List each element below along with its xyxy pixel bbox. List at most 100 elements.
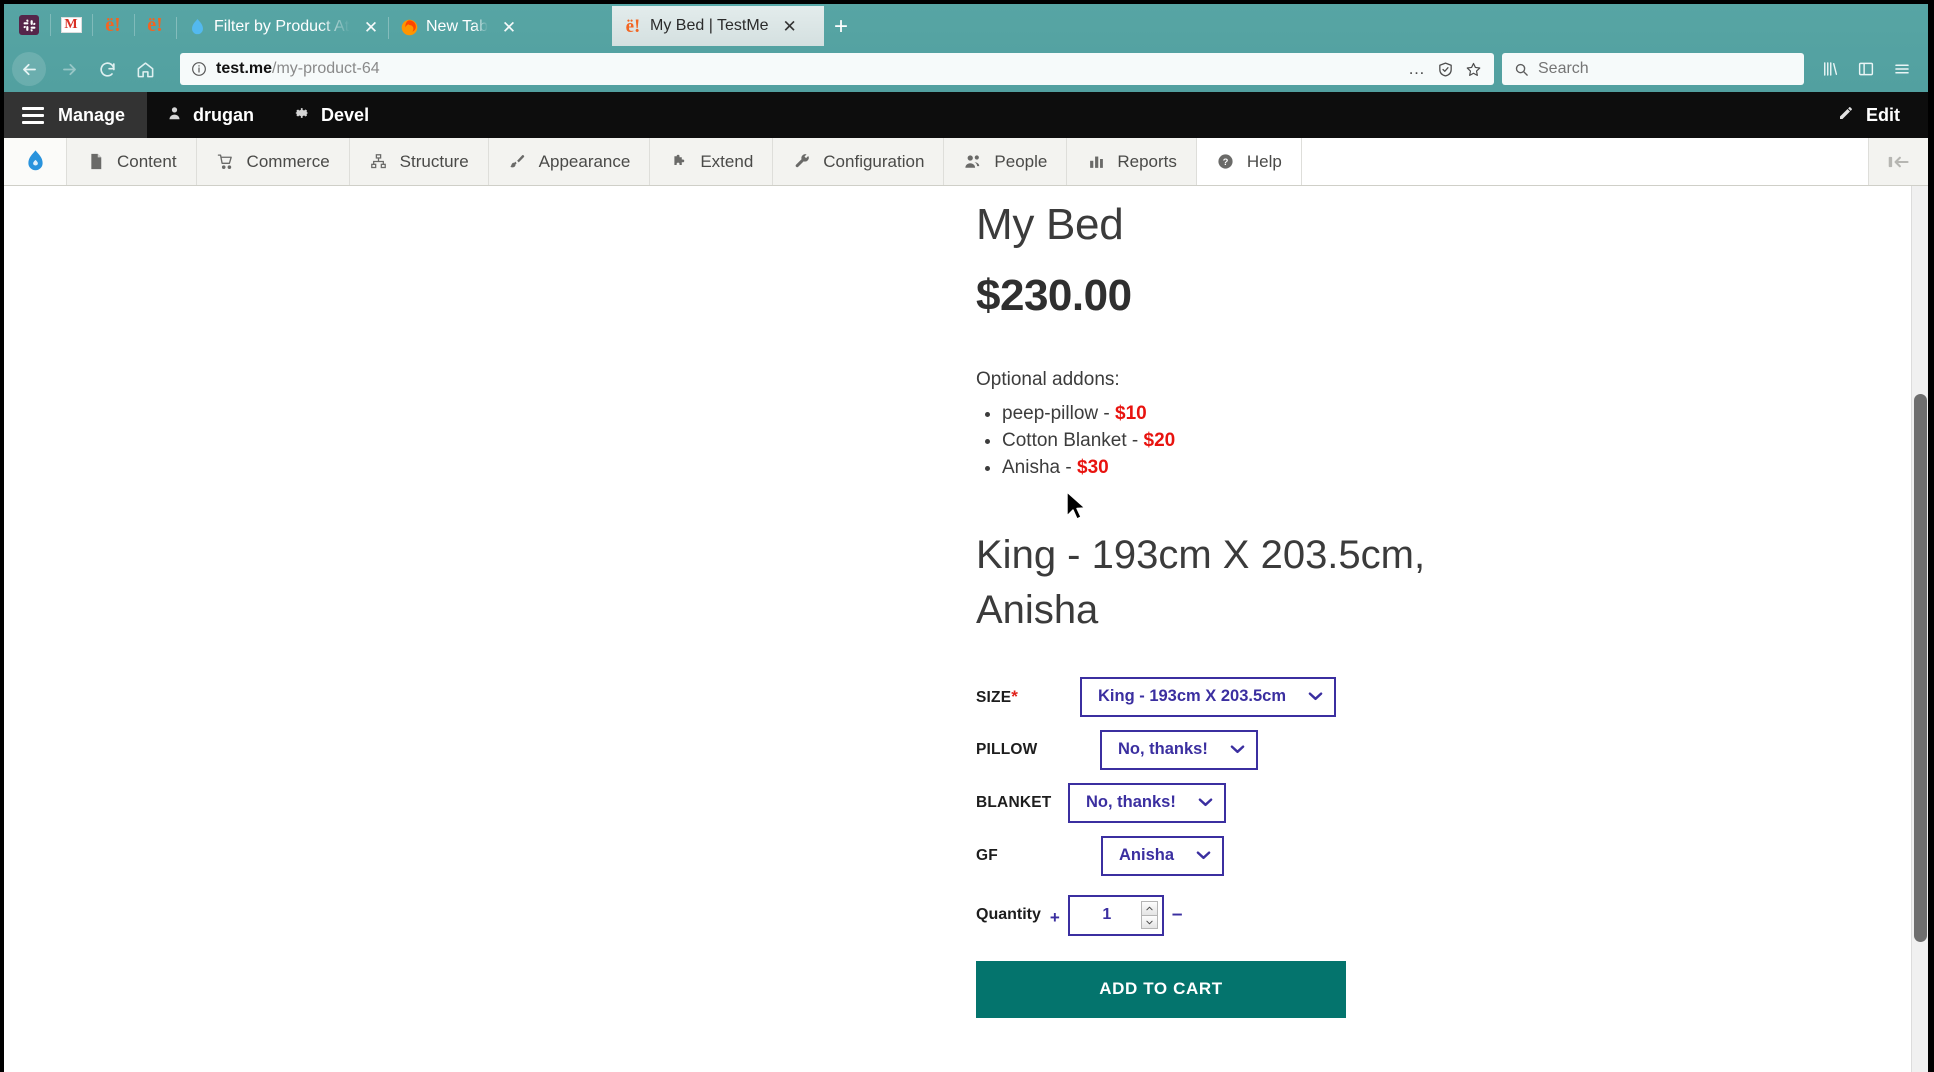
edit-button[interactable]: Edit <box>1818 92 1928 138</box>
addon-separator: - <box>1098 403 1116 425</box>
pillow-select[interactable]: No, thanks! <box>1100 729 1258 770</box>
gmail-pinned-tab[interactable]: M <box>50 4 92 46</box>
menu-item-configuration[interactable]: Configuration <box>773 138 945 185</box>
addon-name: peep-pillow <box>1002 403 1099 425</box>
menu-item-structure[interactable]: Structure <box>349 138 489 185</box>
user-account-button[interactable]: drugan <box>147 92 274 138</box>
spinner-down-icon[interactable] <box>1140 914 1158 930</box>
url-path: /my-product-64 <box>272 60 380 77</box>
svg-text:?: ? <box>1223 157 1229 167</box>
search-input[interactable] <box>1538 60 1794 78</box>
bookmark-star-icon[interactable] <box>1460 56 1486 82</box>
blanket-select-value: No, thanks! <box>1086 793 1176 812</box>
shield-icon[interactable] <box>1432 56 1458 82</box>
pillow-select-value: No, thanks! <box>1118 740 1208 759</box>
search-icon <box>1512 60 1530 78</box>
menu-item-label: Reports <box>1117 151 1177 171</box>
required-marker: * <box>1011 686 1019 706</box>
gf-label: GF <box>976 846 998 864</box>
quantity-row: Quantity + 1 – <box>976 894 1596 936</box>
drupal-droplet-icon <box>25 150 45 174</box>
quantity-label: Quantity <box>976 906 1041 924</box>
menu-item-content[interactable]: Content <box>67 138 197 185</box>
close-icon[interactable]: ✕ <box>360 16 382 38</box>
reload-button[interactable] <box>88 50 126 88</box>
cart-icon <box>216 152 236 172</box>
search-bar[interactable] <box>1502 53 1804 85</box>
menu-item-commerce[interactable]: Commerce <box>196 138 350 185</box>
blanket-label: BLANKET <box>976 793 1052 811</box>
manage-button[interactable]: Manage <box>4 92 148 138</box>
menu-item-label: Content <box>117 151 177 171</box>
library-icon[interactable] <box>1814 53 1846 85</box>
home-button[interactable] <box>126 50 164 88</box>
wrench-icon <box>792 152 812 172</box>
devel-button[interactable]: Devel <box>274 92 389 138</box>
chevron-down-icon <box>1198 795 1213 810</box>
quantity-stepper[interactable]: 1 <box>1067 894 1164 936</box>
menu-item-label: Appearance <box>538 151 631 171</box>
quantity-decrease-button[interactable]: – <box>1172 904 1183 926</box>
chevron-down-icon <box>1230 742 1245 757</box>
spinner-arrows[interactable] <box>1140 901 1158 930</box>
menu-item-label: Help <box>1246 151 1282 171</box>
app-menu-icon[interactable] <box>1886 53 1918 85</box>
menu-item-reports[interactable]: Reports <box>1067 138 1197 185</box>
url-action-icons: … <box>1404 56 1486 82</box>
tab-new-tab[interactable]: New Tab ✕ <box>388 8 612 46</box>
form-row-pillow: PILLOW No, thanks! <box>976 729 1596 770</box>
pinned-tabs: M ë! ë! <box>8 4 176 46</box>
list-item: Cotton Blanket - $20 <box>1002 428 1596 455</box>
spinner-up-icon[interactable] <box>1140 901 1158 915</box>
info-circle-icon[interactable] <box>190 60 208 78</box>
tab-my-bed-testme[interactable]: ë! My Bed | TestMe ✕ <box>612 4 824 46</box>
sidebar-icon[interactable] <box>1850 53 1882 85</box>
menu-item-label: Structure <box>399 151 469 171</box>
gf-select-value: Anisha <box>1119 846 1175 865</box>
addon-amount: $30 <box>1077 457 1109 479</box>
size-select[interactable]: King - 193cm X 203.5cm <box>1080 676 1337 717</box>
menu-item-appearance[interactable]: Appearance <box>488 138 651 185</box>
menu-item-label: Commerce <box>246 151 330 171</box>
bar-chart-icon <box>1086 152 1106 172</box>
quantity-increase-button[interactable]: + <box>1050 908 1060 928</box>
menu-item-people[interactable]: People <box>944 138 1068 185</box>
drupal-e-icon: ë! <box>105 14 121 36</box>
user-label: drugan <box>193 104 255 125</box>
collapse-left-icon[interactable] <box>1869 138 1928 185</box>
menu-item-extend[interactable]: Extend <box>650 138 774 185</box>
hamburger-icon <box>22 106 44 124</box>
scrollbar-thumb[interactable] <box>1914 394 1927 942</box>
add-to-cart-button[interactable]: ADD TO CART <box>976 960 1346 1018</box>
close-icon[interactable]: ✕ <box>779 15 801 37</box>
close-icon[interactable]: ✕ <box>498 16 520 38</box>
url-bar[interactable]: test.me/my-product-64 … <box>180 53 1494 85</box>
blanket-select[interactable]: No, thanks! <box>1068 782 1226 823</box>
new-tab-button[interactable]: + <box>824 8 858 46</box>
gear-icon <box>294 105 310 126</box>
tab-filter-by-product-attributes[interactable]: Filter by Product Att ✕ <box>176 8 388 46</box>
drupal-pinned-tab-1[interactable]: ë! <box>92 4 134 46</box>
forward-button[interactable] <box>50 50 88 88</box>
chevron-down-icon <box>1308 689 1323 704</box>
drupal-logo-button[interactable] <box>4 138 67 185</box>
slack-pinned-tab[interactable] <box>8 4 50 46</box>
url-text: test.me/my-product-64 <box>216 60 1404 78</box>
tab-title: New Tab <box>426 18 488 36</box>
back-button[interactable] <box>12 52 46 86</box>
gf-select[interactable]: Anisha <box>1101 835 1225 876</box>
page-actions-icon[interactable]: … <box>1404 56 1430 82</box>
menu-item-label: Extend <box>700 151 754 171</box>
chevron-down-icon <box>1196 848 1211 863</box>
addons-heading: Optional addons: <box>976 369 1120 391</box>
menu-spacer <box>1301 138 1869 185</box>
menu-item-help[interactable]: ? Help <box>1196 138 1302 185</box>
size-label-text: SIZE <box>976 688 1012 706</box>
page-scrollbar[interactable] <box>1911 186 1928 1072</box>
drupal-e-icon: ë! <box>625 15 641 37</box>
size-label: SIZE* <box>976 687 1058 707</box>
puzzle-icon <box>669 152 689 172</box>
firefox-chrome: M ë! ë! Filter by Product Att ✕ New Tab … <box>4 4 1928 92</box>
drupal-pinned-tab-2[interactable]: ë! <box>134 4 176 46</box>
